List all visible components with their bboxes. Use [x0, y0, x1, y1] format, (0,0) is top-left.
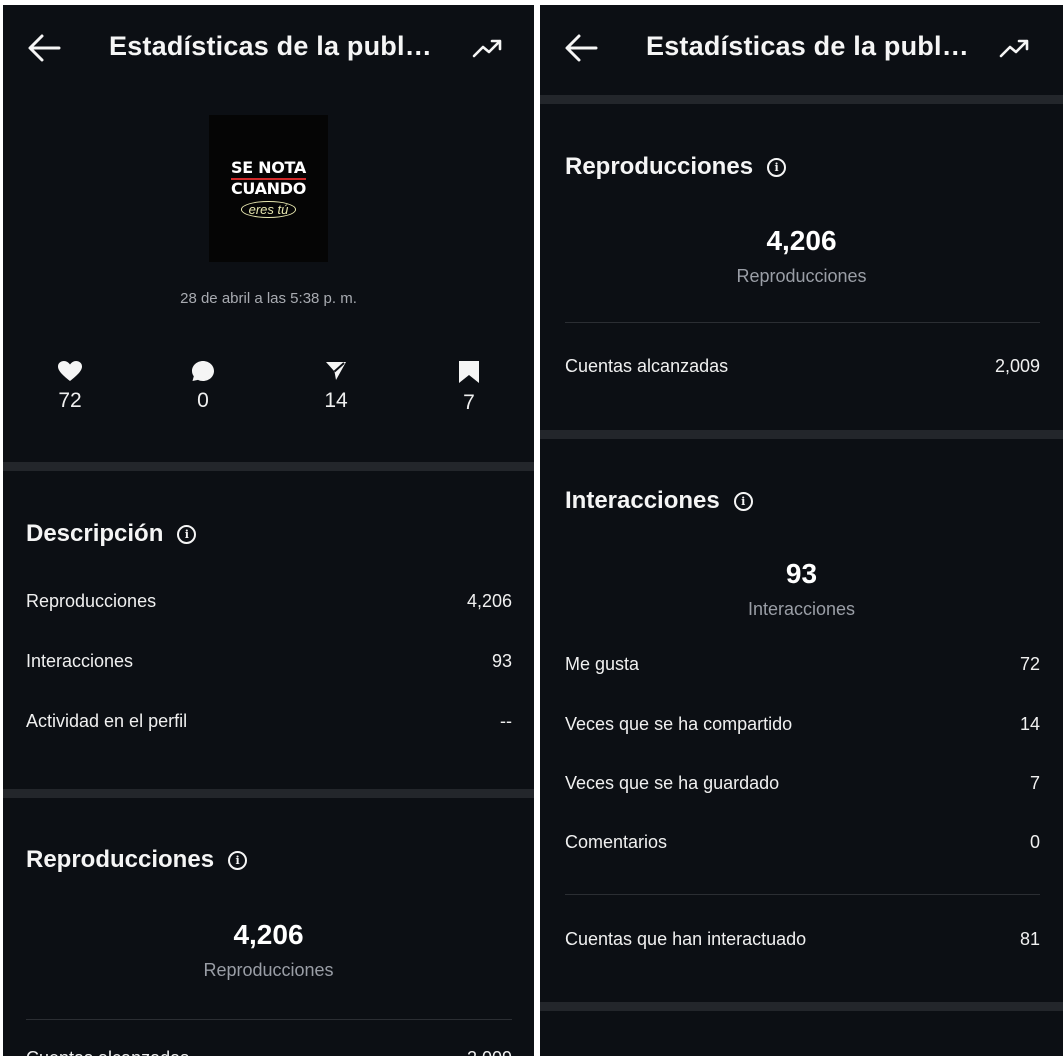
overview-row-views[interactable]: Reproducciones 4,206	[26, 591, 512, 612]
row-label: Interacciones	[26, 651, 134, 671]
row-label: Veces que se ha guardado	[565, 773, 780, 793]
overview-section-title: Descripción i	[26, 520, 197, 548]
saves-stat: 7	[439, 360, 499, 415]
back-arrow-icon[interactable]	[564, 33, 598, 63]
info-icon[interactable]: i	[733, 491, 753, 511]
interactions-title-text: Interacciones	[565, 487, 720, 514]
interactions-row-comments[interactable]: Comentarios 0	[565, 832, 1040, 853]
interactions-total-label: Interacciones	[747, 599, 856, 619]
info-icon[interactable]: i	[228, 850, 248, 870]
row-value: 2,009	[994, 356, 1040, 376]
shares-stat: 14	[306, 360, 366, 413]
separator	[26, 1019, 512, 1020]
interactions-row-shares[interactable]: Veces que se ha compartido 14	[565, 714, 1040, 735]
row-label: Reproducciones	[26, 591, 157, 611]
row-value: 4,206	[466, 591, 512, 611]
interactions-row-saves[interactable]: Veces que se ha guardado 7	[565, 773, 1040, 794]
trending-icon[interactable]	[471, 35, 503, 61]
section-divider	[540, 95, 1063, 104]
top-bar: Estadísticas de la publ…	[3, 5, 534, 95]
left-screen: Estadísticas de la publ… SE NOTA CUANDO …	[3, 5, 534, 1056]
post-date: 28 de abril a las 5:38 p. m.	[180, 290, 357, 307]
thumbnail-text-line: eres tú	[240, 201, 297, 218]
back-arrow-icon[interactable]	[27, 33, 61, 63]
interactions-total: 93	[785, 558, 818, 589]
row-value: 2,009	[467, 1048, 512, 1056]
views-section-title: Reproducciones i	[26, 846, 248, 874]
likes-count: 72	[58, 389, 82, 412]
views-total: 4,206	[233, 919, 304, 950]
likes-stat: 72	[40, 360, 100, 413]
row-label: Comentarios	[565, 832, 668, 852]
comments-count: 0	[197, 389, 209, 412]
row-label: Cuentas alcanzadas	[565, 356, 729, 376]
row-value: 0	[1029, 832, 1040, 852]
trending-icon[interactable]	[998, 35, 1030, 61]
comment-icon	[192, 361, 214, 381]
row-label: Cuentas alcanzadas	[26, 1048, 189, 1056]
overview-row-profile-activity[interactable]: Actividad en el perfil --	[26, 711, 512, 732]
views-row-accounts-reached[interactable]: Cuentas alcanzadas 2,009	[565, 356, 1040, 377]
row-label: Me gusta	[565, 654, 640, 674]
interactions-row-likes[interactable]: Me gusta 72	[565, 654, 1040, 675]
interactions-row-accounts-engaged[interactable]: Cuentas que han interactuado 81	[565, 929, 1040, 950]
row-label: Actividad en el perfil	[26, 711, 188, 731]
post-thumbnail[interactable]: SE NOTA CUANDO eres tú	[209, 115, 328, 262]
overview-row-interactions[interactable]: Interacciones 93	[26, 651, 512, 672]
row-value: --	[500, 711, 512, 731]
info-icon[interactable]: i	[767, 157, 787, 177]
right-screen: Estadísticas de la publ… Reproducciones …	[540, 5, 1063, 1056]
row-value: 7	[1029, 773, 1040, 793]
section-divider	[540, 1002, 1063, 1011]
views-total: 4,206	[766, 225, 837, 256]
row-value: 93	[491, 651, 512, 671]
separator	[565, 322, 1040, 323]
views-title-text: Reproducciones	[565, 153, 754, 180]
views-total-label: Reproducciones	[736, 266, 867, 286]
row-label: Veces que se ha compartido	[565, 714, 793, 734]
page-title: Estadísticas de la publ…	[109, 31, 432, 61]
saves-count: 7	[463, 391, 475, 414]
section-divider	[3, 462, 534, 471]
row-label: Cuentas que han interactuado	[565, 929, 807, 949]
row-value: 14	[1019, 714, 1040, 734]
thumbnail-text-line: SE NOTA	[231, 159, 306, 180]
views-section-title: Reproducciones i	[565, 153, 787, 181]
views-row-accounts-reached[interactable]: Cuentas alcanzadas 2,009	[26, 1048, 512, 1056]
views-title-text: Reproducciones	[26, 846, 215, 873]
section-divider	[540, 430, 1063, 439]
page-title: Estadísticas de la publ…	[646, 31, 969, 61]
comments-stat: 0	[173, 360, 233, 413]
top-bar: Estadísticas de la publ…	[540, 5, 1063, 95]
thumbnail-text-line: CUANDO	[230, 179, 307, 198]
share-icon	[326, 362, 346, 380]
info-icon[interactable]: i	[177, 524, 197, 544]
section-divider	[3, 789, 534, 798]
row-value: 72	[1019, 654, 1040, 674]
heart-icon	[58, 361, 82, 381]
interactions-section-title: Interacciones i	[565, 487, 753, 515]
overview-title-text: Descripción	[26, 520, 164, 547]
bookmark-icon	[459, 361, 479, 383]
views-total-label: Reproducciones	[203, 960, 334, 980]
shares-count: 14	[324, 389, 348, 412]
row-value: 81	[1019, 929, 1040, 949]
separator	[565, 894, 1040, 895]
